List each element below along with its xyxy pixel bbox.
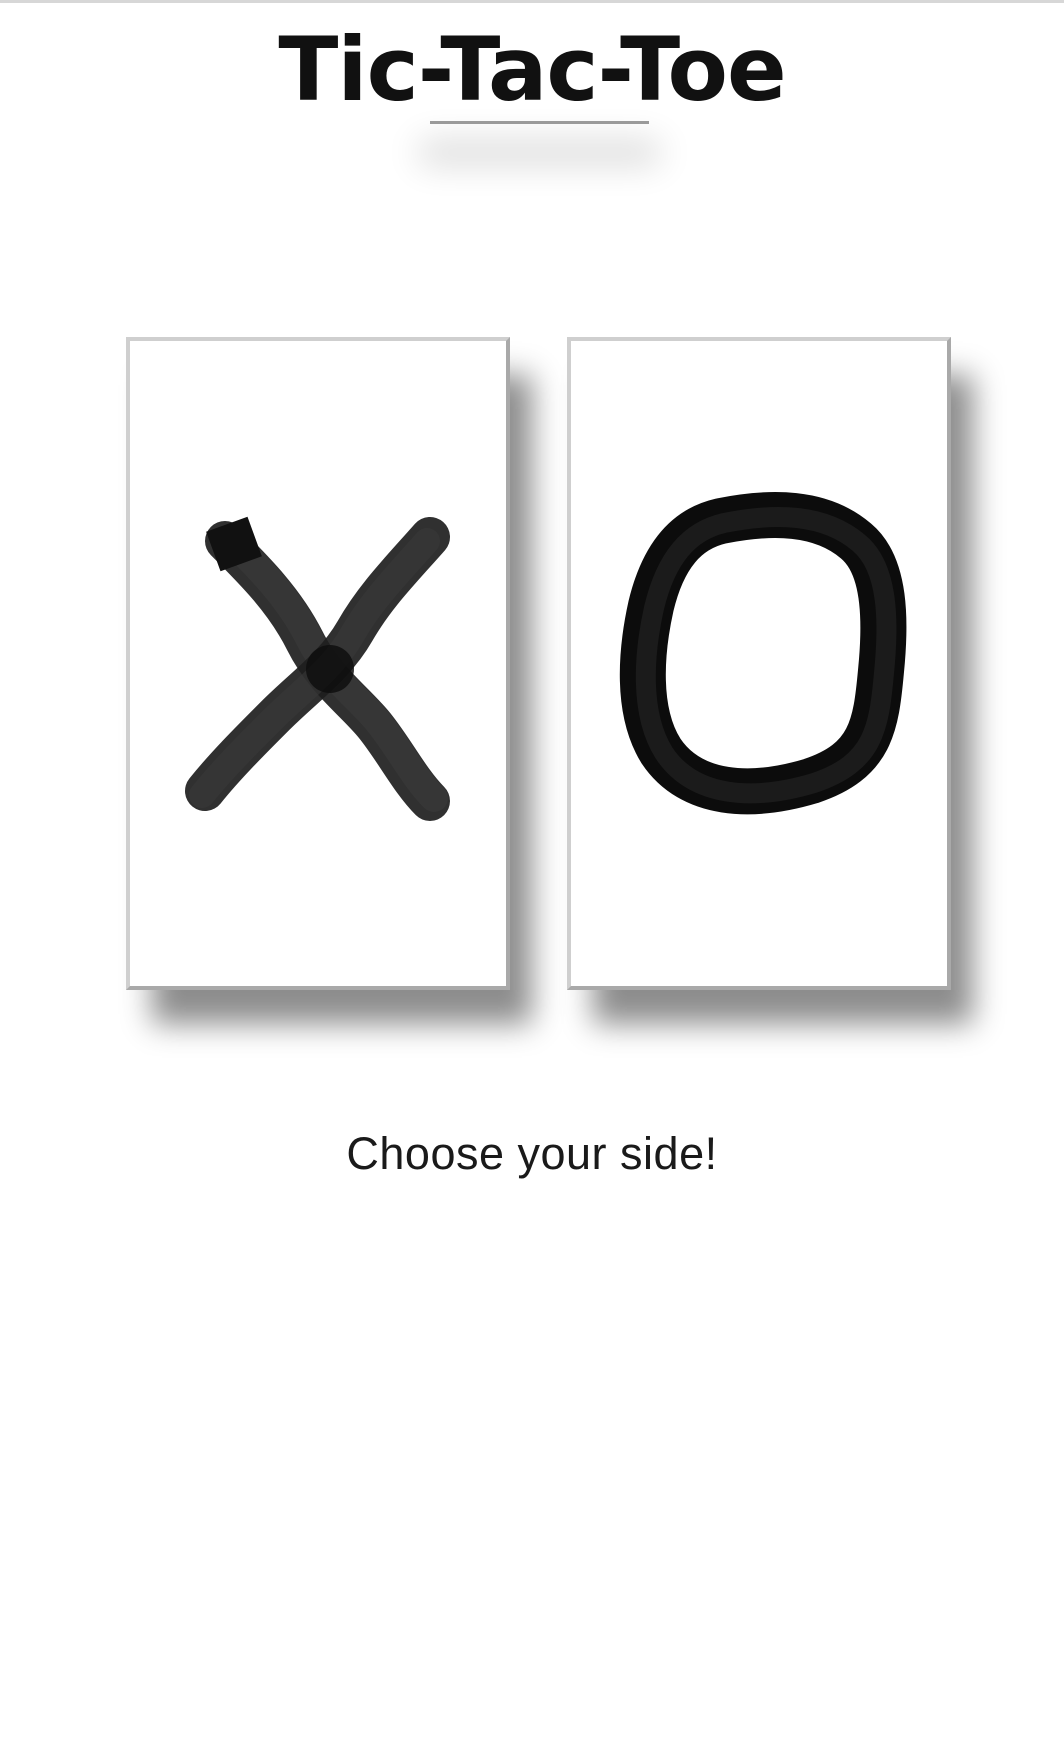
choose-o-card[interactable] <box>567 337 951 990</box>
choose-side-prompt: Choose your side! <box>346 1128 718 1179</box>
choose-x-card[interactable] <box>126 337 510 990</box>
brush-x-icon <box>185 516 450 821</box>
title-underline <box>430 121 649 124</box>
screen: Tic-Tac-Toe Choose your side! <box>0 0 1064 1753</box>
brush-o-icon <box>619 492 907 815</box>
status-edge <box>0 0 1064 3</box>
page-title: Tic-Tac-Toe <box>278 18 786 121</box>
